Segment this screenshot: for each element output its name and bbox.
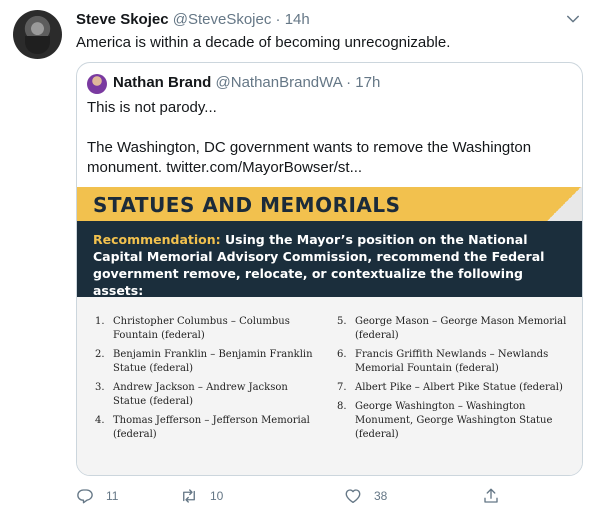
list-item: 4. Thomas Jefferson – Jefferson Memorial …	[95, 415, 310, 440]
recommendation-box: Recommendation: Using the Mayor’s positi…	[77, 221, 582, 299]
list-item: 8. George Washington – Washington Monumen…	[337, 401, 553, 440]
tweet-text: America is within a decade of becoming u…	[76, 34, 451, 51]
list-item: 3. Andrew Jackson – Andrew Jackson Statue…	[95, 382, 288, 407]
share-icon	[484, 488, 498, 503]
reply-button[interactable]: 11	[76, 486, 118, 506]
quoted-avatar	[87, 74, 107, 94]
retweet-button[interactable]: 10	[180, 486, 223, 506]
assets-list-right: 5. George Mason – George Mason Memorial (…	[337, 315, 569, 447]
reply-count: 11	[106, 489, 119, 503]
avatar[interactable]	[13, 10, 62, 59]
banner-title-bar: STATUES AND MEMORIALS	[77, 187, 582, 221]
retweet-icon	[183, 489, 195, 503]
quoted-link[interactable]: twitter.com/MayorBowser/st...	[166, 159, 362, 176]
quoted-header: Nathan Brand @NathanBrandWA · 17h	[113, 73, 380, 93]
like-count: 38	[374, 489, 388, 503]
list-item: 7. Albert Pike – Albert Pike Statue (fede…	[337, 382, 563, 393]
reply-icon	[77, 489, 93, 504]
quoted-tweet[interactable]: Nathan Brand @NathanBrandWA · 17h This i…	[76, 62, 583, 476]
banner-title: STATUES AND MEMORIALS	[93, 193, 401, 217]
chevron-down-icon[interactable]	[564, 10, 582, 28]
assets-list-left: 1. Christopher Columbus – Columbus Founta…	[95, 315, 320, 447]
list-item: 5. George Mason – George Mason Memorial (…	[337, 316, 567, 341]
list-item: 6. Francis Griffith Newlands – Newlands M…	[337, 349, 549, 374]
recommendation-text: Recommendation: Using the Mayor’s positi…	[93, 231, 569, 299]
quoted-author-handle: @NathanBrandWA	[215, 74, 342, 91]
like-icon	[345, 489, 361, 504]
share-button[interactable]	[482, 486, 512, 506]
quoted-media-image[interactable]: STATUES AND MEMORIALS Recommendation: Us…	[77, 187, 582, 475]
tweet-time[interactable]: 14h	[285, 11, 310, 28]
list-item: 1. Christopher Columbus – Columbus Founta…	[95, 316, 290, 341]
quoted-text-line1: This is not parody...	[87, 99, 217, 116]
author-name[interactable]: Steve Skojec	[76, 11, 169, 28]
recommendation-label: Recommendation:	[93, 232, 221, 247]
separator: ·	[275, 11, 281, 28]
quoted-author-name: Nathan Brand	[113, 74, 212, 91]
author-handle[interactable]: @SteveSkojec	[173, 11, 272, 28]
quoted-text: This is not parody... The Washington, DC…	[87, 98, 567, 178]
quoted-time: 17h	[355, 74, 381, 91]
tweet-header: Steve Skojec @SteveSkojec · 14h	[76, 10, 310, 30]
list-item: 2. Benjamin Franklin – Benjamin Franklin …	[95, 349, 313, 374]
like-button[interactable]: 38	[344, 486, 387, 506]
retweet-count: 10	[210, 489, 224, 503]
tweet-actions: 11 10 38	[76, 486, 506, 510]
quoted-separator: ·	[346, 74, 352, 91]
